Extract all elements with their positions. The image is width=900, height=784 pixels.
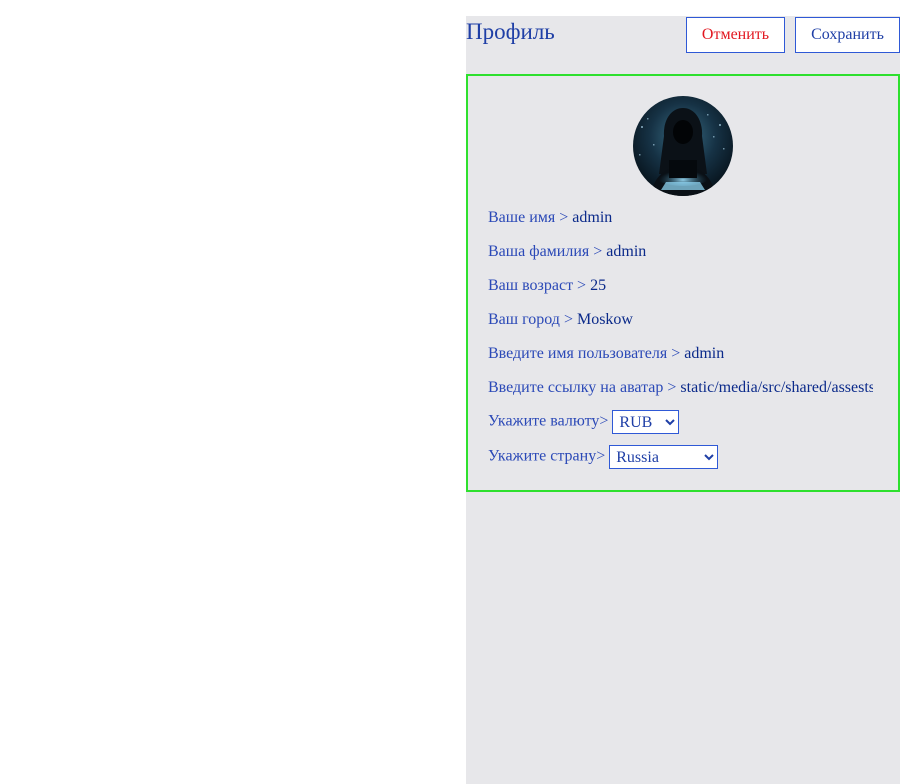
- country-label: Укажите страну>: [488, 447, 606, 465]
- currency-label: Укажите валюту>: [488, 412, 609, 430]
- profile-panel: Профиль Отменить Сохранить Ваше имя > ad…: [466, 16, 900, 784]
- avatar-link-label: Введите ссылку на аватар >: [488, 379, 681, 396]
- country-row: Укажите страну> Russia: [488, 445, 719, 469]
- currency-select[interactable]: RUB: [612, 410, 680, 434]
- page-title: Профиль: [466, 19, 555, 44]
- last-name-label: Ваша фамилия >: [488, 243, 607, 260]
- avatar-link-row: Введите ссылку на аватар > static/media/…: [488, 378, 873, 398]
- country-select[interactable]: Russia: [609, 445, 719, 469]
- first-name-value[interactable]: admin: [572, 208, 612, 228]
- last-name-value[interactable]: admin: [606, 242, 646, 262]
- hooded-hacker-avatar-icon: [633, 96, 733, 196]
- username-row: Введите имя пользователя > admin: [488, 344, 724, 364]
- first-name-row: Ваше имя > admin: [488, 208, 612, 228]
- avatar-link-value[interactable]: static/media/src/shared/assests: [680, 378, 873, 398]
- age-row: Ваш возраст > 25: [488, 276, 606, 296]
- avatar: [633, 96, 733, 196]
- cancel-button[interactable]: Отменить: [686, 17, 785, 53]
- first-name-label: Ваше имя >: [488, 209, 573, 226]
- city-value[interactable]: Moskow: [577, 310, 633, 330]
- age-label: Ваш возраст >: [488, 277, 591, 294]
- save-button[interactable]: Сохранить: [795, 17, 900, 53]
- username-value[interactable]: admin: [684, 344, 724, 364]
- city-row: Ваш город > Moskow: [488, 310, 633, 330]
- city-label: Ваш город >: [488, 311, 577, 328]
- profile-card: Ваше имя > admin Ваша фамилия > admin Ва…: [466, 74, 900, 492]
- age-value[interactable]: 25: [590, 276, 606, 296]
- username-label: Введите имя пользователя >: [488, 345, 685, 362]
- last-name-row: Ваша фамилия > admin: [488, 242, 646, 262]
- currency-row: Укажите валюту> RUB: [488, 410, 680, 434]
